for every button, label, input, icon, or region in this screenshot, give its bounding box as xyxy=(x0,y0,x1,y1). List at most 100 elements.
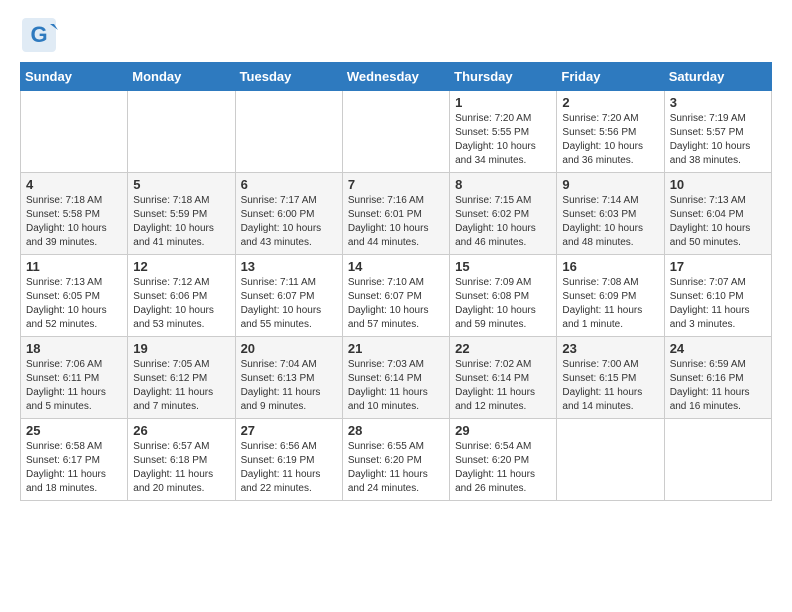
weekday-header-wednesday: Wednesday xyxy=(342,63,449,91)
calendar-cell: 3 Sunrise: 7:19 AM Sunset: 5:57 PM Daylig… xyxy=(664,91,771,173)
day-info: Sunrise: 7:03 AM Sunset: 6:14 PM Dayligh… xyxy=(348,358,444,414)
calendar-cell: 14Sunrise: 7:10 AM Sunset: 6:07 PM Dayli… xyxy=(342,255,449,337)
day-number: 20 xyxy=(241,341,337,356)
calendar-cell: 9 Sunrise: 7:14 AM Sunset: 6:03 PM Daylig… xyxy=(557,173,664,255)
calendar-week-5: 25 Sunrise: 6:58 AM Sunset: 6:17 PM Dayli… xyxy=(21,419,772,501)
day-number: 18 xyxy=(26,341,122,356)
calendar-cell xyxy=(128,91,235,173)
day-number: 28 xyxy=(348,423,444,438)
calendar-cell xyxy=(235,91,342,173)
calendar-cell: 26 Sunrise: 6:57 AM Sunset: 6:18 PM Dayli… xyxy=(128,419,235,501)
day-info: Sunrise: 7:12 AM Sunset: 6:06 PM Dayligh… xyxy=(133,276,229,332)
calendar-cell: 12 Sunrise: 7:12 AM Sunset: 6:06 PM Dayli… xyxy=(128,255,235,337)
day-info: Sunrise: 7:08 AM Sunset: 6:09 PM Dayligh… xyxy=(562,276,658,332)
calendar-cell: 21 Sunrise: 7:03 AM Sunset: 6:14 PM Dayli… xyxy=(342,337,449,419)
day-info: Sunrise: 7:15 AM Sunset: 6:02 PM Dayligh… xyxy=(455,194,551,250)
calendar-cell: 20 Sunrise: 7:04 AM Sunset: 6:13 PM Dayli… xyxy=(235,337,342,419)
day-info: Sunrise: 7:06 AM Sunset: 6:11 PM Dayligh… xyxy=(26,358,122,414)
day-number: 7 xyxy=(348,177,444,192)
calendar-cell: 18 Sunrise: 7:06 AM Sunset: 6:11 PM Dayli… xyxy=(21,337,128,419)
weekday-header-monday: Monday xyxy=(128,63,235,91)
day-number: 16 xyxy=(562,259,658,274)
day-number: 21 xyxy=(348,341,444,356)
day-info: Sunrise: 7:20 AM Sunset: 5:55 PM Dayligh… xyxy=(455,112,551,168)
day-number: 19 xyxy=(133,341,229,356)
logo-icon: G xyxy=(20,16,58,54)
calendar-cell: 13 Sunrise: 7:11 AM Sunset: 6:07 PM Dayli… xyxy=(235,255,342,337)
calendar-cell: 25 Sunrise: 6:58 AM Sunset: 6:17 PM Dayli… xyxy=(21,419,128,501)
day-number: 27 xyxy=(241,423,337,438)
day-info: Sunrise: 6:56 AM Sunset: 6:19 PM Dayligh… xyxy=(241,440,337,496)
day-number: 9 xyxy=(562,177,658,192)
calendar-week-2: 4 Sunrise: 7:18 AM Sunset: 5:58 PM Daylig… xyxy=(21,173,772,255)
day-number: 12 xyxy=(133,259,229,274)
calendar-cell: 22Sunrise: 7:02 AM Sunset: 6:14 PM Dayli… xyxy=(450,337,557,419)
day-number: 3 xyxy=(670,95,766,110)
calendar-cell: 10 Sunrise: 7:13 AM Sunset: 6:04 PM Dayli… xyxy=(664,173,771,255)
calendar-cell: 15 Sunrise: 7:09 AM Sunset: 6:08 PM Dayli… xyxy=(450,255,557,337)
day-info: Sunrise: 6:59 AM Sunset: 6:16 PM Dayligh… xyxy=(670,358,766,414)
day-number: 24 xyxy=(670,341,766,356)
weekday-header-saturday: Saturday xyxy=(664,63,771,91)
day-info: Sunrise: 7:17 AM Sunset: 6:00 PM Dayligh… xyxy=(241,194,337,250)
svg-text:G: G xyxy=(30,22,47,47)
day-number: 2 xyxy=(562,95,658,110)
calendar-cell: 7 Sunrise: 7:16 AM Sunset: 6:01 PM Daylig… xyxy=(342,173,449,255)
day-number: 13 xyxy=(241,259,337,274)
day-number: 14 xyxy=(348,259,444,274)
calendar-table: SundayMondayTuesdayWednesdayThursdayFrid… xyxy=(20,62,772,501)
calendar-cell: 5 Sunrise: 7:18 AM Sunset: 5:59 PM Daylig… xyxy=(128,173,235,255)
day-number: 4 xyxy=(26,177,122,192)
day-info: Sunrise: 6:54 AM Sunset: 6:20 PM Dayligh… xyxy=(455,440,551,496)
calendar-cell xyxy=(664,419,771,501)
calendar-cell: 6 Sunrise: 7:17 AM Sunset: 6:00 PM Daylig… xyxy=(235,173,342,255)
calendar-cell: 27 Sunrise: 6:56 AM Sunset: 6:19 PM Dayli… xyxy=(235,419,342,501)
calendar-cell: 1 Sunrise: 7:20 AM Sunset: 5:55 PM Daylig… xyxy=(450,91,557,173)
day-number: 23 xyxy=(562,341,658,356)
calendar-cell xyxy=(342,91,449,173)
day-number: 25 xyxy=(26,423,122,438)
day-number: 1 xyxy=(455,95,551,110)
day-info: Sunrise: 7:18 AM Sunset: 5:58 PM Dayligh… xyxy=(26,194,122,250)
day-number: 8 xyxy=(455,177,551,192)
calendar-cell: 19 Sunrise: 7:05 AM Sunset: 6:12 PM Dayli… xyxy=(128,337,235,419)
logo: G xyxy=(20,16,58,54)
calendar-cell: 17Sunrise: 7:07 AM Sunset: 6:10 PM Dayli… xyxy=(664,255,771,337)
weekday-header-tuesday: Tuesday xyxy=(235,63,342,91)
day-number: 29 xyxy=(455,423,551,438)
day-info: Sunrise: 6:58 AM Sunset: 6:17 PM Dayligh… xyxy=(26,440,122,496)
calendar-cell: 4 Sunrise: 7:18 AM Sunset: 5:58 PM Daylig… xyxy=(21,173,128,255)
weekday-header-friday: Friday xyxy=(557,63,664,91)
calendar-cell: 11Sunrise: 7:13 AM Sunset: 6:05 PM Dayli… xyxy=(21,255,128,337)
day-number: 6 xyxy=(241,177,337,192)
day-info: Sunrise: 7:11 AM Sunset: 6:07 PM Dayligh… xyxy=(241,276,337,332)
weekday-header-sunday: Sunday xyxy=(21,63,128,91)
day-info: Sunrise: 6:57 AM Sunset: 6:18 PM Dayligh… xyxy=(133,440,229,496)
day-number: 22 xyxy=(455,341,551,356)
day-info: Sunrise: 7:04 AM Sunset: 6:13 PM Dayligh… xyxy=(241,358,337,414)
day-info: Sunrise: 6:55 AM Sunset: 6:20 PM Dayligh… xyxy=(348,440,444,496)
day-info: Sunrise: 7:09 AM Sunset: 6:08 PM Dayligh… xyxy=(455,276,551,332)
calendar-cell: 29 Sunrise: 6:54 AM Sunset: 6:20 PM Dayli… xyxy=(450,419,557,501)
day-info: Sunrise: 7:05 AM Sunset: 6:12 PM Dayligh… xyxy=(133,358,229,414)
day-info: Sunrise: 7:13 AM Sunset: 6:04 PM Dayligh… xyxy=(670,194,766,250)
day-info: Sunrise: 7:16 AM Sunset: 6:01 PM Dayligh… xyxy=(348,194,444,250)
day-number: 11 xyxy=(26,259,122,274)
calendar-cell xyxy=(21,91,128,173)
page-header: G xyxy=(20,16,772,54)
day-info: Sunrise: 7:20 AM Sunset: 5:56 PM Dayligh… xyxy=(562,112,658,168)
day-number: 15 xyxy=(455,259,551,274)
calendar-cell: 24 Sunrise: 6:59 AM Sunset: 6:16 PM Dayli… xyxy=(664,337,771,419)
calendar-cell: 23Sunrise: 7:00 AM Sunset: 6:15 PM Dayli… xyxy=(557,337,664,419)
day-number: 10 xyxy=(670,177,766,192)
day-info: Sunrise: 7:19 AM Sunset: 5:57 PM Dayligh… xyxy=(670,112,766,168)
weekday-header-thursday: Thursday xyxy=(450,63,557,91)
day-number: 5 xyxy=(133,177,229,192)
day-number: 26 xyxy=(133,423,229,438)
day-number: 17 xyxy=(670,259,766,274)
calendar-cell xyxy=(557,419,664,501)
calendar-cell: 28 Sunrise: 6:55 AM Sunset: 6:20 PM Dayli… xyxy=(342,419,449,501)
day-info: Sunrise: 7:18 AM Sunset: 5:59 PM Dayligh… xyxy=(133,194,229,250)
calendar-cell: 16 Sunrise: 7:08 AM Sunset: 6:09 PM Dayli… xyxy=(557,255,664,337)
day-info: Sunrise: 7:14 AM Sunset: 6:03 PM Dayligh… xyxy=(562,194,658,250)
